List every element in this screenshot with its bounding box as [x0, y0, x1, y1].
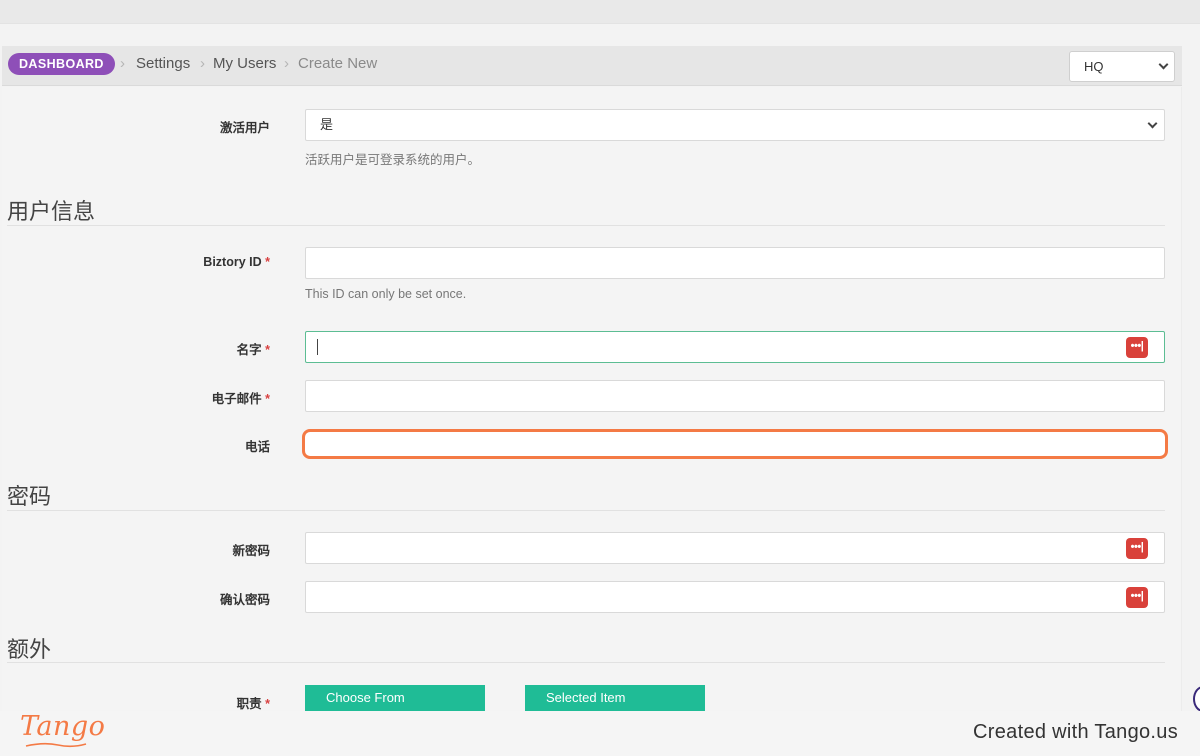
active-user-value: 是	[320, 117, 334, 132]
required-marker: *	[265, 255, 270, 269]
tango-swoosh-icon	[25, 742, 87, 748]
new-password-label: 新密码	[232, 544, 270, 558]
password-manager-icon[interactable]: •••|	[1126, 538, 1148, 559]
biztory-id-label: Biztory ID *	[203, 255, 270, 269]
branch-select[interactable]: HQ	[1069, 51, 1175, 82]
phone-input[interactable]	[302, 429, 1168, 459]
confirm-password-input[interactable]: •••|	[305, 581, 1165, 613]
section-password: 密码	[7, 484, 52, 509]
phone-label: 电话	[244, 440, 270, 454]
active-user-help: 活跃用户是可登录系统的用户。	[305, 153, 481, 167]
breadcrumb-create-new: Create New	[298, 55, 378, 72]
name-label: 名字 *	[236, 343, 270, 357]
breadcrumb-settings[interactable]: Settings	[136, 53, 190, 75]
breadcrumb: DASHBOARD › Settings › My Users › Create…	[2, 46, 1182, 86]
password-manager-icon[interactable]: •••|	[1126, 337, 1148, 358]
biztory-id-help: This ID can only be set once.	[305, 287, 467, 301]
tango-footer: Tango Created with Tango.us	[0, 711, 1200, 756]
required-marker: *	[265, 697, 270, 711]
chevron-down-icon	[1147, 118, 1158, 129]
section-divider	[7, 510, 1165, 511]
new-password-input[interactable]: •••|	[305, 532, 1165, 564]
top-strip	[0, 0, 1200, 24]
email-label: 电子邮件 *	[211, 392, 270, 406]
biztory-id-input[interactable]	[305, 247, 1165, 279]
confirm-password-label: 确认密码	[219, 593, 270, 607]
section-user-info: 用户信息	[7, 199, 96, 224]
branch-select-value: HQ	[1084, 59, 1104, 74]
chevron-right-icon: ›	[120, 55, 125, 72]
chevron-down-icon	[1158, 59, 1169, 70]
active-user-select[interactable]: 是	[305, 109, 1165, 141]
name-input[interactable]: •••|	[305, 331, 1165, 363]
created-with-text: Created with Tango.us	[973, 721, 1178, 743]
active-user-label: 激活用户	[219, 121, 270, 135]
breadcrumb-dashboard[interactable]: DASHBOARD	[8, 53, 115, 75]
choose-from-header: Choose From	[305, 685, 485, 713]
chevron-right-icon: ›	[284, 55, 289, 72]
section-extra: 额外	[7, 637, 52, 662]
required-marker: *	[265, 392, 270, 406]
email-input[interactable]	[305, 380, 1165, 412]
roles-label: 职责 *	[236, 697, 270, 711]
chevron-right-icon: ›	[200, 55, 205, 72]
help-widget-icon[interactable]	[1193, 686, 1200, 712]
breadcrumb-my-users[interactable]: My Users	[213, 53, 276, 75]
section-divider	[7, 662, 1165, 663]
page: DASHBOARD › Settings › My Users › Create…	[0, 0, 1200, 756]
selected-item-header: Selected Item	[525, 685, 705, 713]
text-cursor	[317, 339, 318, 355]
section-divider	[7, 225, 1165, 226]
required-marker: *	[265, 343, 270, 357]
tango-logo: Tango	[20, 711, 106, 742]
password-manager-icon[interactable]: •••|	[1126, 587, 1148, 608]
